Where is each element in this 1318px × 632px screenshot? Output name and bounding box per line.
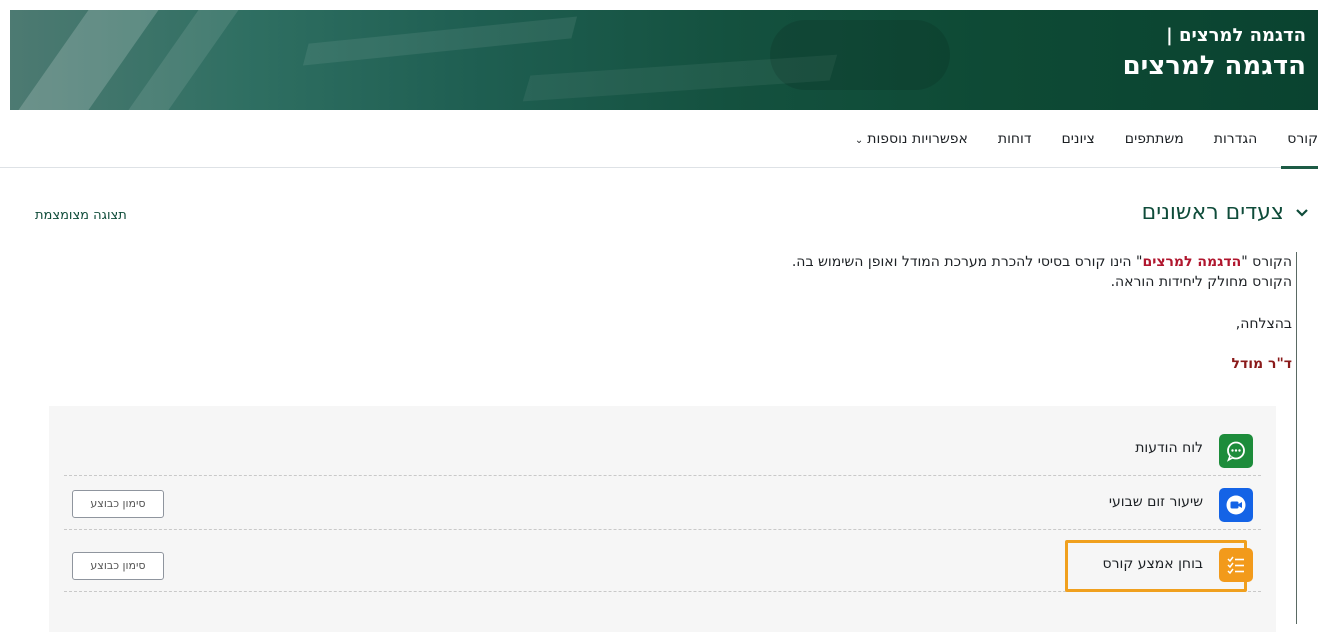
- tab-grades[interactable]: ציונים: [1062, 110, 1095, 168]
- course-banner: הדגמה למרצים | הדגמה למרצים: [10, 10, 1318, 110]
- section-divider: [1296, 252, 1297, 624]
- page-title: הדגמה למרצים: [1122, 51, 1306, 81]
- activity-item-forum: לוח הודעות: [64, 424, 1261, 476]
- greeting-text: בהצלחה,: [1235, 316, 1292, 332]
- activity-link-forum[interactable]: לוח הודעות: [1135, 440, 1203, 456]
- activity-item-zoom: שיעור זום שבועי סימון כבוצע: [64, 478, 1261, 530]
- video-camera-icon[interactable]: [1219, 488, 1253, 522]
- course-nav: קורס הגדרות משתתפים ציונים דוחות אפשרויו…: [0, 110, 1318, 169]
- summary-line-2: הקורס מחולק ליחידות הוראה.: [1110, 274, 1292, 290]
- tab-settings[interactable]: הגדרות: [1214, 110, 1257, 168]
- chat-icon[interactable]: [1219, 434, 1253, 468]
- course-name-highlight: הדגמה למרצים: [1142, 254, 1242, 270]
- collapse-all-link[interactable]: תצוגה מצומצמת: [35, 208, 127, 223]
- section-header[interactable]: צעדים ראשונים: [1142, 200, 1308, 225]
- mark-as-done-button[interactable]: סימון כבוצע: [72, 490, 164, 518]
- activity-link-quiz[interactable]: בוחן אמצע קורס: [1103, 556, 1203, 572]
- signature-text: ד"ר מודל: [1231, 356, 1292, 372]
- summary-line-1: הקורס "הדגמה למרצים" הינו קורס בסיסי להכ…: [791, 254, 1292, 270]
- tab-more-label: אפשרויות נוספות: [867, 131, 968, 147]
- section-summary: הקורס "הדגמה למרצים" הינו קורס בסיסי להכ…: [792, 252, 1292, 292]
- tab-reports[interactable]: דוחות: [998, 110, 1032, 168]
- banner-decoration: [770, 20, 950, 90]
- banner-decoration: [302, 16, 578, 66]
- tab-participants[interactable]: משתתפים: [1125, 110, 1184, 168]
- tab-course[interactable]: קורס: [1281, 110, 1318, 169]
- chevron-down-icon[interactable]: [1296, 205, 1308, 221]
- activity-link-zoom[interactable]: שיעור זום שבועי: [1109, 494, 1203, 510]
- checklist-icon[interactable]: [1219, 548, 1253, 582]
- banner-titles: הדגמה למרצים | הדגמה למרצים: [1123, 24, 1306, 84]
- breadcrumb-title: הדגמה למרצים |: [1166, 25, 1306, 46]
- activity-item-quiz: בוחן אמצע קורס סימון כבוצע: [64, 536, 1261, 592]
- mark-as-done-button[interactable]: סימון כבוצע: [72, 552, 164, 580]
- activity-list: לוח הודעות שיעור זום שבועי סימון כבוצע ב: [49, 406, 1276, 632]
- chevron-down-icon: ⌄: [854, 135, 864, 146]
- tab-more[interactable]: אפשרויות נוספות⌄: [855, 110, 968, 168]
- section-title[interactable]: צעדים ראשונים: [1142, 200, 1284, 225]
